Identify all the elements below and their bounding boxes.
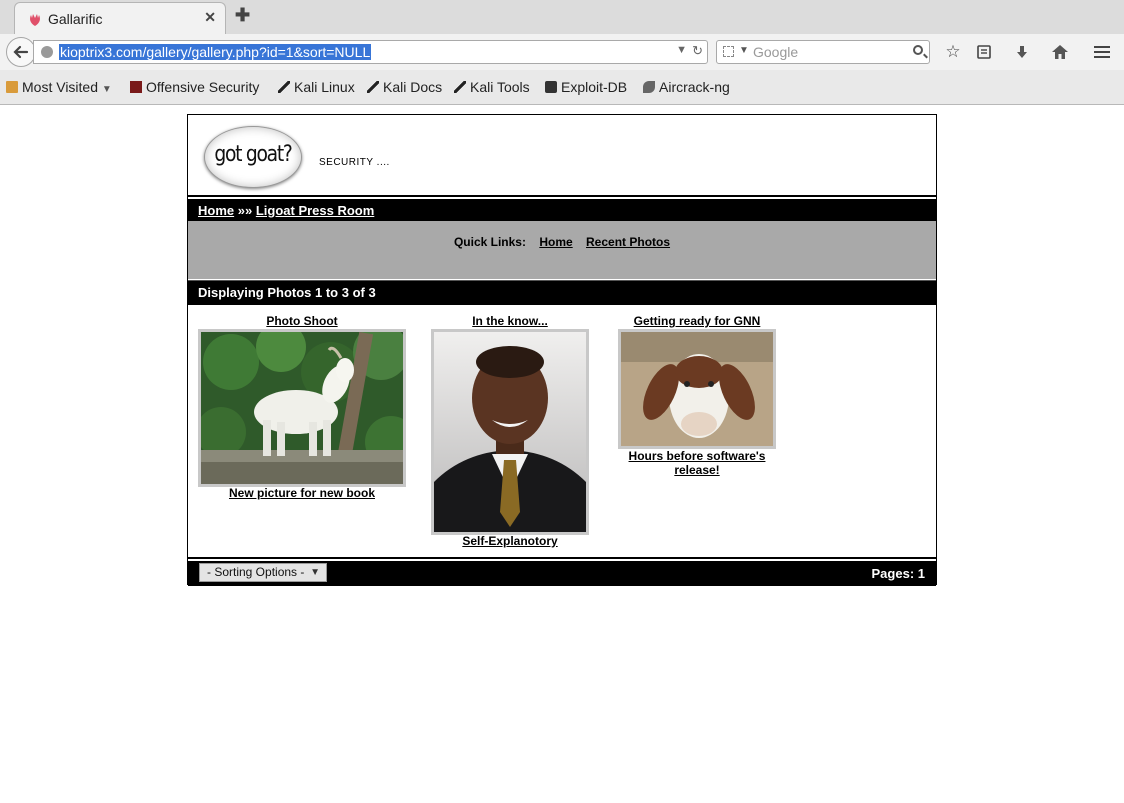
bookmark-kali-docs[interactable]: Kali Docs	[367, 79, 442, 95]
bookmark-label: Kali Tools	[470, 79, 530, 95]
tab-strip: Gallarific ✕ ✚	[0, 0, 1124, 34]
sorting-options-label: - Sorting Options -	[207, 565, 305, 579]
bookmark-label: Aircrack-ng	[659, 79, 730, 95]
bookmark-most-visited[interactable]: Most Visited ▼	[6, 79, 112, 95]
photo-thumbnail-3[interactable]	[618, 329, 776, 449]
url-bar[interactable]: kioptrix3.com/gallery/gallery.php?id=1&s…	[33, 40, 708, 64]
quick-link-home[interactable]: Home	[539, 235, 572, 249]
close-tab-icon[interactable]: ✕	[204, 9, 216, 26]
bookmark-label: Exploit-DB	[561, 79, 628, 95]
search-input[interactable]: Google	[753, 44, 798, 60]
bookmark-label: Most Visited	[22, 79, 98, 95]
back-arrow-icon	[13, 45, 29, 59]
bookmark-kali-linux[interactable]: Kali Linux	[278, 79, 355, 95]
photo-thumbnail-1[interactable]	[196, 322, 417, 487]
search-icon[interactable]	[913, 45, 923, 55]
photo-title-2[interactable]: In the know...	[431, 314, 589, 328]
gallery-footer: - Sorting Options - ▼ Pages: 1	[188, 559, 936, 586]
bookmark-offensive-security[interactable]: Offensive Security	[130, 79, 259, 95]
site-tagline: SECURITY ....	[319, 157, 390, 168]
pages-indicator: Pages: 1	[871, 566, 925, 581]
url-dropdown-icon[interactable]: ▼	[676, 44, 687, 56]
url-text[interactable]: kioptrix3.com/gallery/gallery.php?id=1&s…	[59, 44, 372, 60]
photo-thumbnail-2[interactable]	[431, 329, 589, 535]
bookmark-kali-tools[interactable]: Kali Tools	[454, 79, 530, 95]
search-bar[interactable]: ▼ Google	[716, 40, 930, 64]
sorting-options-select[interactable]: - Sorting Options - ▼	[199, 563, 327, 582]
photo-caption-3[interactable]: Hours before software's release!	[618, 449, 776, 477]
display-count-text: Displaying Photos 1 to 3 of 3	[198, 285, 376, 300]
portrait-photo-image	[434, 332, 586, 532]
back-button[interactable]	[6, 37, 36, 67]
bookmark-label: Offensive Security	[146, 79, 260, 95]
tab-gallarific[interactable]: Gallarific ✕	[14, 2, 226, 34]
site-logo[interactable]: got goat?	[204, 126, 302, 188]
bookmark-exploit-db[interactable]: Exploit-DB	[545, 79, 627, 95]
gallery-page: got goat? SECURITY .... Home »» Ligoat P…	[187, 114, 937, 586]
goat-photo-image	[196, 322, 417, 485]
breadcrumb: Home »» Ligoat Press Room	[188, 197, 936, 223]
folder-icon	[6, 81, 18, 93]
reload-icon[interactable]: ↻	[692, 43, 703, 59]
photo-caption-2[interactable]: Self-Explanotory	[431, 534, 589, 548]
breadcrumb-home-link[interactable]: Home	[198, 203, 234, 218]
quick-links-bar: Quick Links: Home Recent Photos	[188, 221, 936, 279]
photo-caption-1[interactable]: New picture for new book	[198, 486, 406, 500]
photo-title-1[interactable]: Photo Shoot	[198, 314, 406, 328]
quick-link-recent-photos[interactable]: Recent Photos	[586, 235, 670, 249]
bookmark-label: Kali Docs	[383, 79, 443, 95]
kali-dragon-icon	[454, 81, 466, 93]
display-count-bar: Displaying Photos 1 to 3 of 3	[188, 280, 936, 305]
goat-photo-image	[621, 332, 773, 446]
breadcrumb-current-link[interactable]: Ligoat Press Room	[256, 203, 374, 218]
home-icon[interactable]	[1049, 41, 1071, 63]
tab-title: Gallarific	[48, 11, 103, 27]
photo-title-3[interactable]: Getting ready for GNN	[618, 314, 776, 328]
chevron-down-icon: ▼	[310, 567, 320, 578]
bookmark-star-icon[interactable]: ☆	[942, 41, 964, 63]
reading-list-icon[interactable]	[973, 41, 995, 63]
menu-icon[interactable]	[1091, 41, 1113, 63]
search-engine-icon[interactable]	[723, 46, 734, 57]
firefox-tab-icon	[30, 14, 40, 26]
offsec-icon	[130, 81, 142, 93]
bookmark-aircrack-ng[interactable]: Aircrack-ng	[643, 79, 730, 95]
download-icon[interactable]	[1011, 41, 1033, 63]
aircrack-icon	[643, 81, 655, 93]
kali-dragon-icon	[367, 81, 379, 93]
new-tab-icon[interactable]: ✚	[235, 5, 250, 26]
bookmark-label: Kali Linux	[294, 79, 355, 95]
globe-icon	[41, 46, 53, 58]
chevron-down-icon[interactable]: ▼	[739, 45, 749, 56]
browser-chrome: Gallarific ✕ ✚ kioptrix3.com/gallery/gal…	[0, 0, 1124, 105]
breadcrumb-separator: »»	[237, 203, 253, 218]
navigation-bar: kioptrix3.com/gallery/gallery.php?id=1&s…	[0, 34, 1124, 70]
chevron-down-icon: ▼	[101, 84, 112, 95]
exploit-db-icon	[545, 81, 557, 93]
quick-links-label: Quick Links:	[453, 235, 526, 249]
logo-text: got goat?	[214, 142, 292, 167]
kali-dragon-icon	[278, 81, 290, 93]
bookmarks-toolbar: Most Visited ▼ Offensive Security Kali L…	[0, 76, 1124, 100]
